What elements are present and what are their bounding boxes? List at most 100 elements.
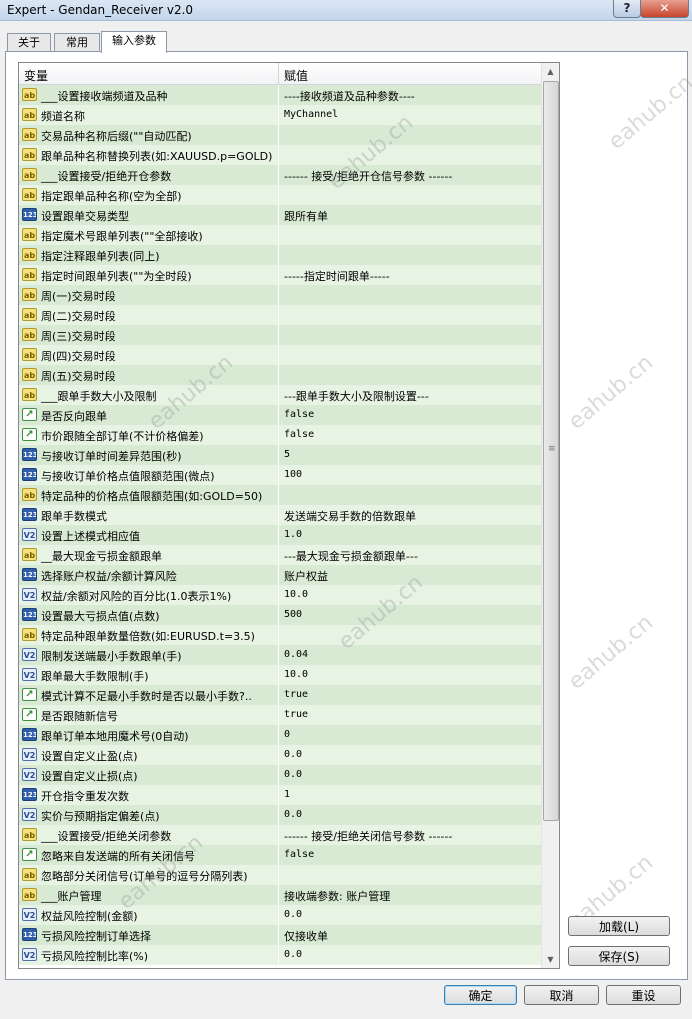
table-row[interactable]: ab 特定品种的价格点值限额范围(如:GOLD=50) bbox=[19, 485, 541, 505]
value-cell[interactable]: 账户权益 bbox=[279, 565, 541, 585]
value-cell[interactable] bbox=[279, 325, 541, 345]
table-row[interactable]: 123 跟单订单本地用魔术号(0自动) 0 bbox=[19, 725, 541, 745]
variable-cell[interactable]: ↗ 是否跟随新信号 bbox=[19, 705, 279, 725]
table-row[interactable]: ab ___跟单手数大小及限制 ---跟单手数大小及限制设置--- bbox=[19, 385, 541, 405]
table-row[interactable]: ab __最大现金亏损金额跟单 ---最大现金亏损金额跟单--- bbox=[19, 545, 541, 565]
table-row[interactable]: ab 特定品种跟单数量倍数(如:EURUSD.t=3.5) bbox=[19, 625, 541, 645]
table-row[interactable]: 123 设置最大亏损点值(点数) 500 bbox=[19, 605, 541, 625]
variable-cell[interactable]: ab 特定品种跟单数量倍数(如:EURUSD.t=3.5) bbox=[19, 625, 279, 645]
close-button[interactable]: ✕ bbox=[640, 0, 689, 18]
variable-cell[interactable]: V2 限制发送端最小手数跟单(手) bbox=[19, 645, 279, 665]
value-cell[interactable]: 10.0 bbox=[279, 585, 541, 605]
value-cell[interactable]: ---跟单手数大小及限制设置--- bbox=[279, 385, 541, 405]
variable-cell[interactable]: ↗ 忽略来自发送端的所有关闭信号 bbox=[19, 845, 279, 865]
variable-cell[interactable]: V2 权益/余额对风险的百分比(1.0表示1%) bbox=[19, 585, 279, 605]
variable-cell[interactable]: ab 周(二)交易时段 bbox=[19, 305, 279, 325]
value-cell[interactable]: 100 bbox=[279, 465, 541, 485]
variable-cell[interactable]: 123 与接收订单时间差异范围(秒) bbox=[19, 445, 279, 465]
value-cell[interactable] bbox=[279, 625, 541, 645]
table-row[interactable]: ab 交易品种名称后缀(""自动匹配) bbox=[19, 125, 541, 145]
variable-cell[interactable]: ab 跟单品种名称替换列表(如:XAUUSD.p=GOLD) bbox=[19, 145, 279, 165]
value-cell[interactable] bbox=[279, 185, 541, 205]
table-row[interactable]: ↗ 市价跟随全部订单(不计价格偏差) false bbox=[19, 425, 541, 445]
variable-cell[interactable]: ab 周(三)交易时段 bbox=[19, 325, 279, 345]
variable-cell[interactable]: ab 周(一)交易时段 bbox=[19, 285, 279, 305]
table-row[interactable]: ab 周(五)交易时段 bbox=[19, 365, 541, 385]
variable-cell[interactable]: ab ___设置接收端频道及品种 bbox=[19, 85, 279, 105]
value-cell[interactable]: 0.0 bbox=[279, 905, 541, 925]
variable-cell[interactable]: ab 周(四)交易时段 bbox=[19, 345, 279, 365]
variable-cell[interactable]: ab ___设置接受/拒绝开仓参数 bbox=[19, 165, 279, 185]
value-cell[interactable]: -----指定时间跟单----- bbox=[279, 265, 541, 285]
table-row[interactable]: ab 指定时间跟单列表(""为全时段) -----指定时间跟单----- bbox=[19, 265, 541, 285]
variable-cell[interactable]: 123 设置跟单交易类型 bbox=[19, 205, 279, 225]
column-header-value[interactable]: 赋值 bbox=[279, 63, 541, 84]
variable-cell[interactable]: 123 开仓指令重发次数 bbox=[19, 785, 279, 805]
table-row[interactable]: ↗ 模式计算不足最小手数时是否以最小手数?.. true bbox=[19, 685, 541, 705]
variable-cell[interactable]: 123 跟单手数模式 bbox=[19, 505, 279, 525]
scrollbar-thumb[interactable]: ≡ bbox=[543, 81, 559, 821]
tab-common[interactable]: 常用 bbox=[54, 33, 100, 52]
table-row[interactable]: 123 亏损风险控制订单选择 仅接收单 bbox=[19, 925, 541, 945]
variable-cell[interactable]: 123 选择账户权益/余额计算风险 bbox=[19, 565, 279, 585]
table-row[interactable]: ab 指定魔术号跟单列表(""全部接收) bbox=[19, 225, 541, 245]
table-row[interactable]: V2 权益风险控制(金额) 0.0 bbox=[19, 905, 541, 925]
value-cell[interactable]: 5 bbox=[279, 445, 541, 465]
value-cell[interactable] bbox=[279, 305, 541, 325]
value-cell[interactable]: 发送端交易手数的倍数跟单 bbox=[279, 505, 541, 525]
variable-cell[interactable]: V2 权益风险控制(金额) bbox=[19, 905, 279, 925]
table-row[interactable]: 123 与接收订单时间差异范围(秒) 5 bbox=[19, 445, 541, 465]
table-row[interactable]: V2 设置自定义止盈(点) 0.0 bbox=[19, 745, 541, 765]
table-row[interactable]: V2 跟单最大手数限制(手) 10.0 bbox=[19, 665, 541, 685]
variable-cell[interactable]: V2 亏损风险控制比率(%) bbox=[19, 945, 279, 965]
table-row[interactable]: ab 周(四)交易时段 bbox=[19, 345, 541, 365]
table-row[interactable]: ↗ 是否反向跟单 false bbox=[19, 405, 541, 425]
value-cell[interactable] bbox=[279, 345, 541, 365]
variable-cell[interactable]: 123 亏损风险控制订单选择 bbox=[19, 925, 279, 945]
help-button[interactable]: ? bbox=[613, 0, 641, 18]
table-row[interactable]: ab ___设置接受/拒绝开仓参数 ------ 接受/拒绝开仓信号参数 -----… bbox=[19, 165, 541, 185]
variable-cell[interactable]: V2 设置自定义止损(点) bbox=[19, 765, 279, 785]
variable-cell[interactable]: ab 指定魔术号跟单列表(""全部接收) bbox=[19, 225, 279, 245]
value-cell[interactable]: MyChannel bbox=[279, 105, 541, 125]
table-row[interactable]: 123 设置跟单交易类型 跟所有单 bbox=[19, 205, 541, 225]
reset-button[interactable]: 重设 bbox=[606, 985, 681, 1005]
table-row[interactable]: ab 指定跟单品种名称(空为全部) bbox=[19, 185, 541, 205]
value-cell[interactable]: ------ 接受/拒绝关闭信号参数 ------ bbox=[279, 825, 541, 845]
value-cell[interactable]: false bbox=[279, 845, 541, 865]
table-row[interactable]: ab 周(二)交易时段 bbox=[19, 305, 541, 325]
value-cell[interactable] bbox=[279, 125, 541, 145]
value-cell[interactable]: 接收端参数: 账户管理 bbox=[279, 885, 541, 905]
value-cell[interactable]: 10.0 bbox=[279, 665, 541, 685]
table-row[interactable]: ab 周(三)交易时段 bbox=[19, 325, 541, 345]
variable-cell[interactable]: ab __最大现金亏损金额跟单 bbox=[19, 545, 279, 565]
cancel-button[interactable]: 取消 bbox=[524, 985, 599, 1005]
value-cell[interactable]: false bbox=[279, 425, 541, 445]
variable-cell[interactable]: ab 指定跟单品种名称(空为全部) bbox=[19, 185, 279, 205]
table-row[interactable]: 123 跟单手数模式 发送端交易手数的倍数跟单 bbox=[19, 505, 541, 525]
table-row[interactable]: 123 选择账户权益/余额计算风险 账户权益 bbox=[19, 565, 541, 585]
value-cell[interactable] bbox=[279, 365, 541, 385]
table-row[interactable]: ↗ 忽略来自发送端的所有关闭信号 false bbox=[19, 845, 541, 865]
value-cell[interactable]: 跟所有单 bbox=[279, 205, 541, 225]
variable-cell[interactable]: ↗ 市价跟随全部订单(不计价格偏差) bbox=[19, 425, 279, 445]
value-cell[interactable] bbox=[279, 145, 541, 165]
variable-cell[interactable]: V2 设置自定义止盈(点) bbox=[19, 745, 279, 765]
variable-cell[interactable]: ab 频道名称 bbox=[19, 105, 279, 125]
variable-cell[interactable]: 123 跟单订单本地用魔术号(0自动) bbox=[19, 725, 279, 745]
value-cell[interactable] bbox=[279, 485, 541, 505]
table-row[interactable]: V2 权益/余额对风险的百分比(1.0表示1%) 10.0 bbox=[19, 585, 541, 605]
value-cell[interactable]: ---最大现金亏损金额跟单--- bbox=[279, 545, 541, 565]
value-cell[interactable]: 0.0 bbox=[279, 745, 541, 765]
value-cell[interactable]: 仅接收单 bbox=[279, 925, 541, 945]
value-cell[interactable] bbox=[279, 245, 541, 265]
table-row[interactable]: V2 设置自定义止损(点) 0.0 bbox=[19, 765, 541, 785]
table-row[interactable]: ab 指定注释跟单列表(同上) bbox=[19, 245, 541, 265]
variable-cell[interactable]: 123 设置最大亏损点值(点数) bbox=[19, 605, 279, 625]
variable-cell[interactable]: V2 跟单最大手数限制(手) bbox=[19, 665, 279, 685]
value-cell[interactable]: 0.0 bbox=[279, 805, 541, 825]
value-cell[interactable]: 0.0 bbox=[279, 765, 541, 785]
load-button[interactable]: 加载(L) bbox=[568, 916, 670, 936]
ok-button[interactable]: 确定 bbox=[444, 985, 517, 1005]
variable-cell[interactable]: ab ___账户管理 bbox=[19, 885, 279, 905]
